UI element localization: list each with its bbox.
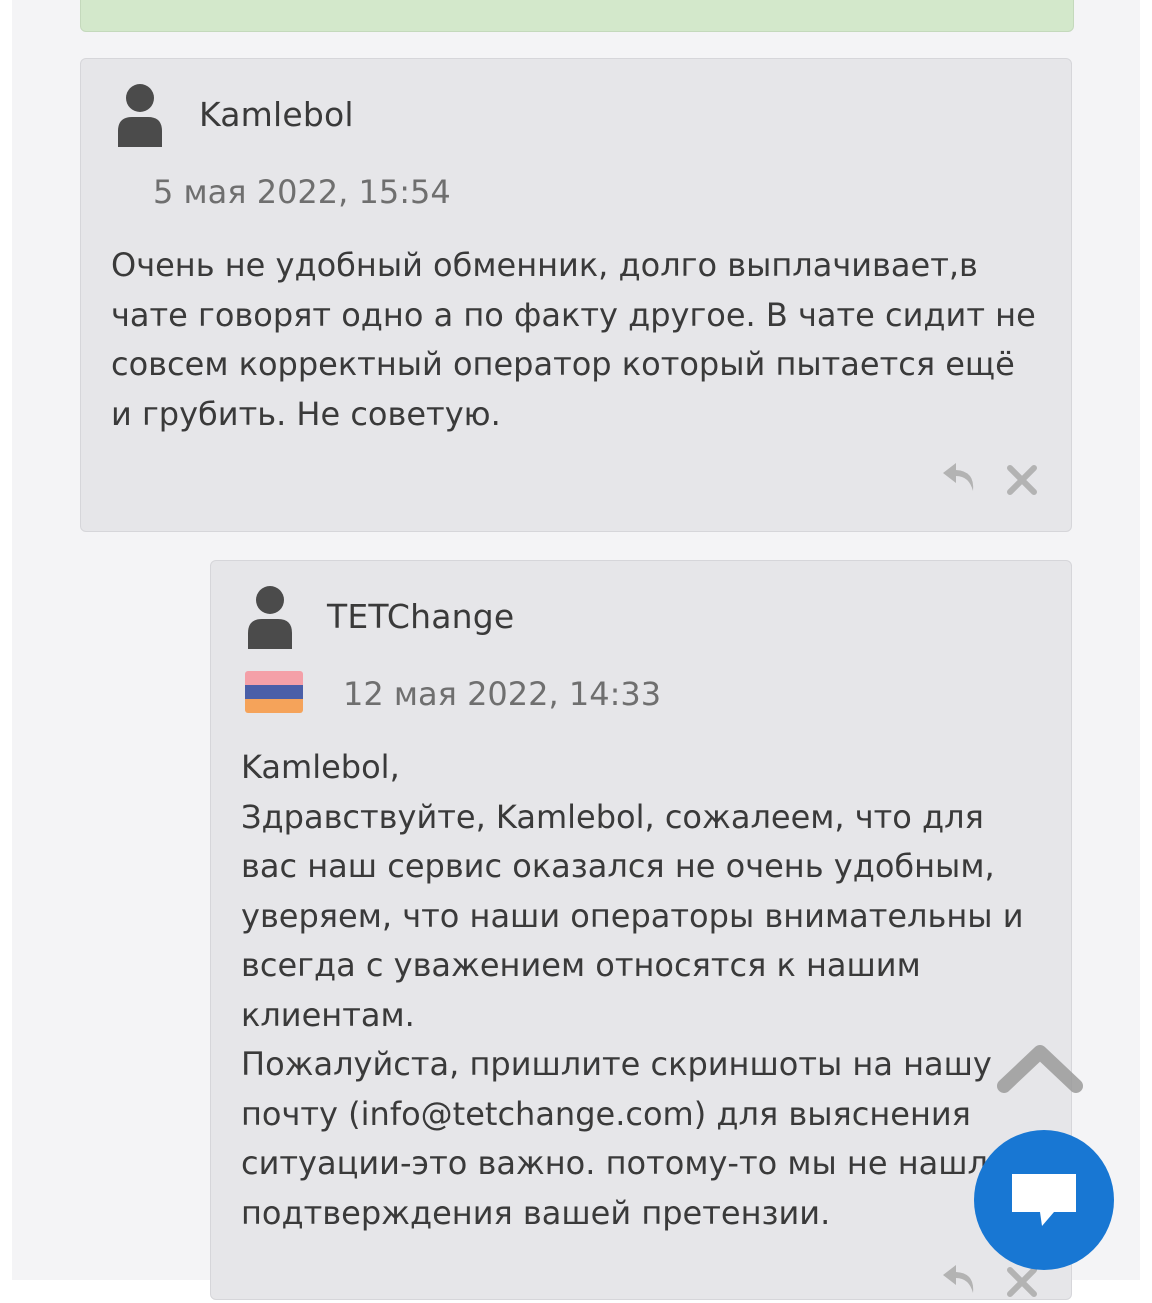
comment-text: Kamlebol, Здравствуйте, Kamlebol, сожале… [241, 748, 1024, 1232]
user-icon [115, 83, 165, 147]
comment-author[interactable]: Kamlebol [199, 95, 354, 134]
comment-card: Kamlebol 5 мая 2022, 15:54 Очень не удоб… [80, 58, 1072, 532]
chat-icon [1012, 1174, 1076, 1226]
user-icon [245, 585, 295, 649]
close-icon[interactable] [1005, 463, 1039, 501]
success-banner [80, 0, 1074, 32]
flag-icon [245, 671, 303, 713]
chat-button[interactable] [974, 1130, 1114, 1270]
reply-comment-card: TETChange 12 мая 2022, 14:33 Kamlebol, З… [210, 560, 1072, 1300]
reply-icon[interactable] [941, 1261, 981, 1301]
comment-text: Очень не удобный обменник, долго выплачи… [111, 246, 1036, 433]
comment-date: 12 мая 2022, 14:33 [343, 675, 662, 713]
comment-author[interactable]: TETChange [327, 597, 514, 636]
close-icon[interactable] [1005, 1265, 1039, 1303]
reply-icon[interactable] [941, 459, 981, 499]
comment-date: 5 мая 2022, 15:54 [153, 173, 451, 211]
chevron-up-icon[interactable] [990, 1038, 1090, 1098]
